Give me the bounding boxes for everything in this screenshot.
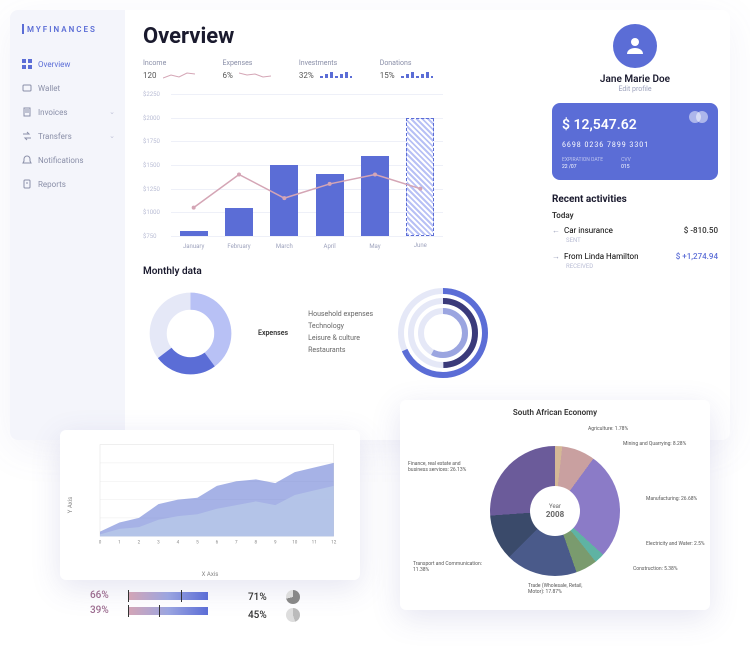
svg-text:5: 5 (196, 540, 199, 546)
arrow-right-icon: → (552, 252, 560, 261)
page-title: Overview (143, 24, 522, 49)
dashboard: MYFINANCES OverviewWalletInvoices⌄Transf… (10, 10, 730, 440)
invoice-icon (22, 107, 32, 117)
pie-label: Trade (Wholesale, Retail, Motor): 17.87% (528, 583, 598, 595)
monthly-title: Monthly data (143, 266, 522, 277)
svg-text:4: 4 (177, 540, 180, 546)
svg-text:1: 1 (118, 540, 121, 546)
legend-item: Restaurants (308, 345, 373, 357)
sidebar-item-reports[interactable]: Reports (22, 172, 125, 196)
arrow-left-icon: ← (552, 226, 560, 235)
sidebar-item-overview[interactable]: Overview (22, 52, 125, 76)
bar-january[interactable]: January (180, 231, 208, 236)
bar-march[interactable]: March (270, 165, 298, 236)
legend-item: Leisure & culture (308, 333, 373, 345)
clipboard-icon (22, 179, 32, 189)
svg-text:11: 11 (312, 540, 317, 546)
x-axis-label: X Axis (202, 571, 219, 578)
kpi-donations: Donations15% (380, 59, 433, 80)
recent-activities: Recent activities Today ←Car insurance$ … (552, 194, 718, 276)
activity-item[interactable]: →From Linda Hamilton$ +1,274.94 (552, 250, 718, 263)
svg-text:9: 9 (274, 540, 277, 546)
wallet-icon (22, 83, 32, 93)
kpi-expenses: Expenses6% (223, 59, 271, 80)
pie-label: Construction: 5.38% (633, 566, 703, 572)
sidebar-item-transfers[interactable]: Transfers⌄ (22, 124, 125, 148)
svg-text:7: 7 (235, 540, 238, 546)
gauge: 39% (90, 605, 208, 616)
transfer-icon (22, 131, 32, 141)
main-panel: Overview Income120 Expenses6% Investments3… (125, 10, 540, 440)
pie-label: Transport and Communication: 11.38% (413, 561, 483, 573)
sidebar-item-invoices[interactable]: Invoices⌄ (22, 100, 125, 124)
bar-june[interactable]: June (406, 118, 434, 236)
pie-label: Electricity and Water: 2.5% (646, 541, 716, 547)
svg-text:8: 8 (255, 540, 258, 546)
sidebar: MYFINANCES OverviewWalletInvoices⌄Transf… (10, 10, 125, 440)
svg-text:2: 2 (138, 540, 141, 546)
kpi-row: Income120 Expenses6% Investments32% Donatio… (143, 59, 522, 80)
sidebar-item-notifications[interactable]: Notifications (22, 148, 125, 172)
pie-label: Manufacturing: 26.68% (646, 496, 716, 502)
bar-may[interactable]: May (361, 156, 389, 236)
activity-item[interactable]: ←Car insurance$ -810.50 (552, 224, 718, 237)
gauge: 45% (248, 608, 300, 622)
kpi-investments: Investments32% (299, 59, 352, 80)
mastercard-icon (689, 111, 708, 123)
sidebar-item-wallet[interactable]: Wallet (22, 76, 125, 100)
pie-title: South African Economy (408, 408, 702, 417)
svg-text:0: 0 (99, 540, 102, 546)
card-number: 6698 0236 7899 3301 (562, 141, 708, 149)
pie-label: Mining and Quarrying: 8.28% (623, 441, 693, 447)
card-balance: $ 12,547.62 (562, 117, 708, 133)
kpi-income: Income120 (143, 59, 195, 80)
radial-chart (393, 283, 493, 383)
svg-text:12: 12 (331, 540, 337, 546)
expenses-donut (143, 286, 238, 381)
recent-day: Today (552, 211, 718, 220)
gauge-row: 66% 39% 71% 45% (90, 590, 300, 622)
svg-text:6: 6 (216, 540, 219, 546)
svg-text:3: 3 (157, 540, 160, 546)
pie-chart-card: South African Economy Year2008 Agricultu… (400, 400, 710, 610)
avatar[interactable] (613, 24, 657, 68)
area-chart-card: 0123456789101112 X Axis Y Axis (60, 430, 360, 580)
pie-center: Year2008 (530, 486, 580, 536)
legend-item: Technology (308, 321, 373, 333)
grid-icon (22, 59, 32, 69)
right-panel: Jane Marie Doe Edit profile $ 12,547.62 … (540, 10, 730, 440)
chevron-down-icon: ⌄ (109, 132, 115, 140)
user-name: Jane Marie Doe (600, 74, 670, 85)
credit-card[interactable]: $ 12,547.62 6698 0236 7899 3301 EXPIRATI… (552, 103, 718, 180)
monthly-section: Monthly data Expenses Household expenses… (143, 266, 522, 383)
pie-label: Agriculture: 1.78% (588, 426, 658, 432)
y-axis-label: Y Axis (67, 497, 74, 514)
chevron-down-icon: ⌄ (109, 108, 115, 116)
gauge: 71% (248, 590, 300, 604)
donut-label: Expenses (258, 329, 288, 337)
legend-item: Household expenses (308, 309, 373, 321)
bar-april[interactable]: April (316, 174, 344, 236)
area-chart: 0123456789101112 (70, 440, 350, 550)
gauge: 66% (90, 590, 208, 601)
legend: Household expensesTechnologyLeisure & cu… (308, 309, 373, 357)
app-logo: MYFINANCES (22, 24, 125, 34)
pie-label: Finance, real estate and business servic… (408, 461, 478, 473)
bar-chart: $2250$2000$1750$1500$1250$1000$750 Janua… (143, 94, 443, 254)
bell-icon (22, 155, 32, 165)
svg-text:10: 10 (292, 540, 298, 546)
edit-profile-link[interactable]: Edit profile (618, 85, 651, 93)
recent-title: Recent activities (552, 194, 718, 205)
bar-february[interactable]: February (225, 208, 253, 236)
